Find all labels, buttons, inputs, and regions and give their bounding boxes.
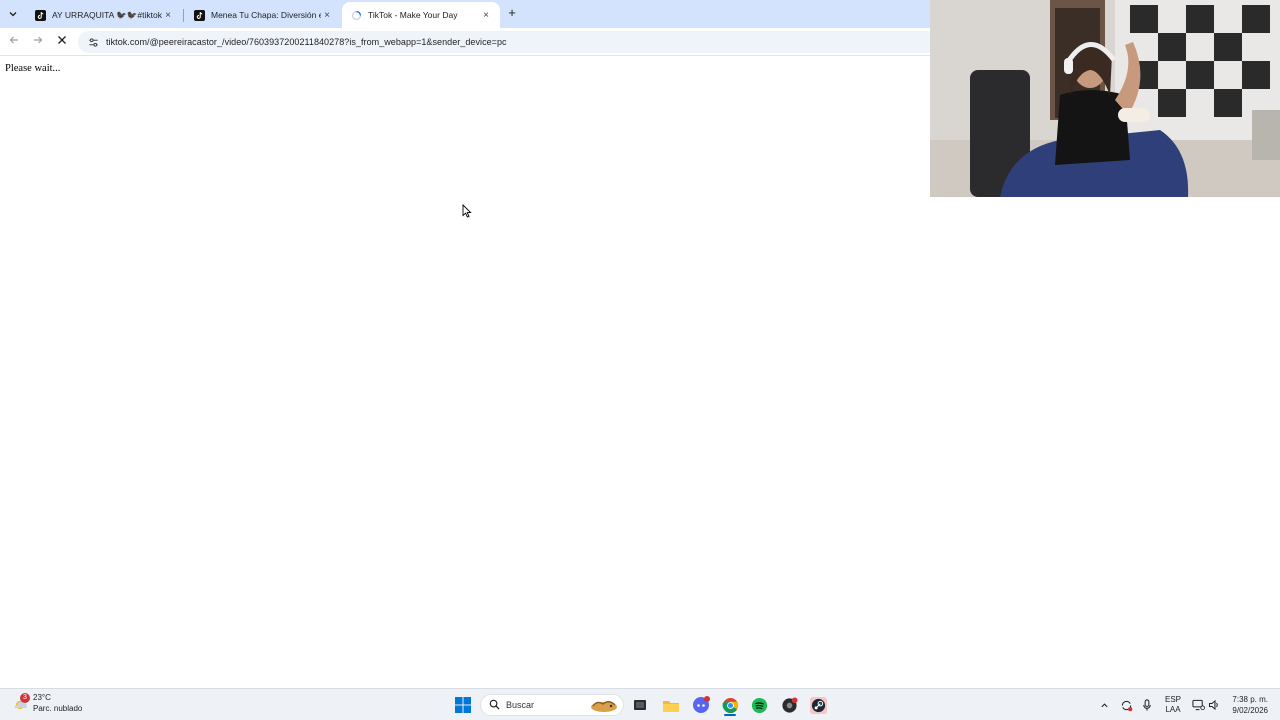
search-placeholder: Buscar [506,700,535,710]
loading-message: Please wait... [5,63,61,74]
url-text: tiktok.com/@peereiracastor_/video/760393… [106,37,507,47]
language-indicator[interactable]: ESP LAA [1160,689,1186,720]
sync-icon[interactable] [1117,689,1135,720]
tab-1-close-icon[interactable]: × [162,10,174,21]
tab-3-title: TikTok - Make Your Day [368,10,458,20]
chrome-icon[interactable] [719,694,741,716]
system-clock[interactable]: 7:38 p. m. 9/02/2026 [1224,689,1268,720]
tab-3-close-icon[interactable]: × [480,10,492,21]
spotify-icon[interactable] [748,694,770,716]
address-bar[interactable]: tiktok.com/@peereiracastor_/video/760393… [78,31,938,53]
weather-widget[interactable]: 3 23°C Parc. nublado [12,692,82,714]
app-icon[interactable] [778,694,800,716]
new-tab-button[interactable]: + [504,5,520,21]
tab-2-title: Menea Tu Chapa: Diversión en [211,10,321,20]
tiktok-icon [34,9,46,21]
keyboard-layout: LAA [1165,705,1181,714]
search-highlight-icon [589,698,619,713]
weather-condition: Parc. nublado [33,704,83,713]
back-arrow-icon[interactable] [6,34,22,50]
clock-time: 7:38 p. m. [1232,695,1268,704]
weather-sun-icon: 3 [12,693,30,712]
tab-2-close-icon[interactable]: × [321,10,333,21]
forward-arrow-icon[interactable] [30,34,46,50]
mouse-pointer-icon [462,203,472,223]
language-code: ESP [1164,695,1181,704]
file-explorer-icon[interactable] [660,694,682,716]
taskbar-search-box[interactable]: Buscar [480,694,624,716]
site-settings-icon[interactable] [86,35,100,49]
network-icon[interactable] [1190,689,1206,720]
tab-1[interactable]: AY URRAQUITA 🐦‍⬛🐦‍⬛#tiktok # × [26,2,184,28]
stop-loading-icon[interactable] [54,34,70,50]
tab-2[interactable]: Menea Tu Chapa: Diversión en × [185,2,343,28]
tab-3-active[interactable]: TikTok - Make Your Day × [342,2,500,28]
search-icon [489,699,500,712]
volume-icon[interactable] [1207,689,1221,720]
loading-icon [350,9,362,21]
weather-temp: 23°C [33,693,51,702]
weather-badge: 3 [20,693,30,703]
tiktok-icon [193,9,205,21]
task-view-icon[interactable] [629,694,651,716]
microphone-icon[interactable] [1139,689,1155,720]
chrome-active-indicator [724,714,736,716]
steam-icon[interactable] [807,694,829,716]
windows-start-icon[interactable] [452,694,474,716]
taskbar: 3 23°C Parc. nublado Buscar ESP LAA 7:38… [0,688,1280,720]
show-hidden-icons-chevron-icon[interactable] [1096,689,1112,720]
webcam-overlay [930,0,1280,197]
discord-icon[interactable] [690,694,712,716]
tab-1-title: AY URRAQUITA 🐦‍⬛🐦‍⬛#tiktok # [52,9,162,20]
tab-search-chevron-icon[interactable] [4,6,22,22]
clock-date: 9/02/2026 [1232,706,1268,715]
